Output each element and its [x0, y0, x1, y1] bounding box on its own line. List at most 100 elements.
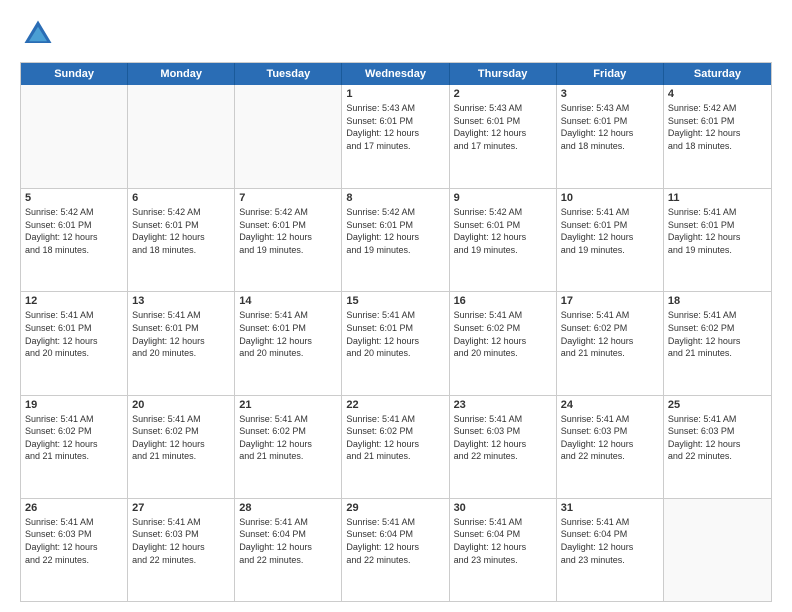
- calendar-cell: 26 Sunrise: 5:41 AM Sunset: 6:03 PM Dayli…: [21, 499, 128, 601]
- cell-info: Sunrise: 5:41 AM Sunset: 6:01 PM Dayligh…: [239, 309, 337, 359]
- day-number: 17: [561, 295, 659, 307]
- day-number: 24: [561, 399, 659, 411]
- day-number: 25: [668, 399, 767, 411]
- day-number: 30: [454, 502, 552, 514]
- header-day-saturday: Saturday: [664, 63, 771, 85]
- cell-info: Sunrise: 5:41 AM Sunset: 6:04 PM Dayligh…: [561, 516, 659, 566]
- calendar-cell: 17 Sunrise: 5:41 AM Sunset: 6:02 PM Dayli…: [557, 292, 664, 394]
- cell-info: Sunrise: 5:42 AM Sunset: 6:01 PM Dayligh…: [239, 206, 337, 256]
- cell-info: Sunrise: 5:41 AM Sunset: 6:01 PM Dayligh…: [25, 309, 123, 359]
- cell-info: Sunrise: 5:41 AM Sunset: 6:02 PM Dayligh…: [454, 309, 552, 359]
- page: SundayMondayTuesdayWednesdayThursdayFrid…: [0, 0, 792, 612]
- calendar-cell: [664, 499, 771, 601]
- cell-info: Sunrise: 5:41 AM Sunset: 6:02 PM Dayligh…: [25, 413, 123, 463]
- day-number: 14: [239, 295, 337, 307]
- header-day-friday: Friday: [557, 63, 664, 85]
- calendar-cell: 29 Sunrise: 5:41 AM Sunset: 6:04 PM Dayli…: [342, 499, 449, 601]
- logo: [20, 16, 60, 52]
- header-day-monday: Monday: [128, 63, 235, 85]
- cell-info: Sunrise: 5:41 AM Sunset: 6:02 PM Dayligh…: [132, 413, 230, 463]
- calendar-week-3: 12Sunrise: 5:41 AM Sunset: 6:01 PM Dayli…: [21, 291, 771, 394]
- cell-info: Sunrise: 5:41 AM Sunset: 6:02 PM Dayligh…: [668, 309, 767, 359]
- calendar-cell: 16 Sunrise: 5:41 AM Sunset: 6:02 PM Dayli…: [450, 292, 557, 394]
- calendar: SundayMondayTuesdayWednesdayThursdayFrid…: [20, 62, 772, 602]
- calendar-cell: 6Sunrise: 5:42 AM Sunset: 6:01 PM Daylig…: [128, 189, 235, 291]
- header-day-tuesday: Tuesday: [235, 63, 342, 85]
- day-number: 31: [561, 502, 659, 514]
- cell-info: Sunrise: 5:41 AM Sunset: 6:01 PM Dayligh…: [132, 309, 230, 359]
- day-number: 4: [668, 88, 767, 100]
- day-number: 9: [454, 192, 552, 204]
- cell-info: Sunrise: 5:41 AM Sunset: 6:03 PM Dayligh…: [132, 516, 230, 566]
- logo-icon: [20, 16, 56, 52]
- cell-info: Sunrise: 5:41 AM Sunset: 6:04 PM Dayligh…: [239, 516, 337, 566]
- cell-info: Sunrise: 5:42 AM Sunset: 6:01 PM Dayligh…: [454, 206, 552, 256]
- calendar-header: SundayMondayTuesdayWednesdayThursdayFrid…: [21, 63, 771, 85]
- calendar-cell: 12Sunrise: 5:41 AM Sunset: 6:01 PM Dayli…: [21, 292, 128, 394]
- cell-info: Sunrise: 5:41 AM Sunset: 6:02 PM Dayligh…: [561, 309, 659, 359]
- cell-info: Sunrise: 5:41 AM Sunset: 6:03 PM Dayligh…: [454, 413, 552, 463]
- cell-info: Sunrise: 5:41 AM Sunset: 6:04 PM Dayligh…: [454, 516, 552, 566]
- day-number: 20: [132, 399, 230, 411]
- day-number: 19: [25, 399, 123, 411]
- calendar-week-4: 19 Sunrise: 5:41 AM Sunset: 6:02 PM Dayli…: [21, 395, 771, 498]
- calendar-cell: 31 Sunrise: 5:41 AM Sunset: 6:04 PM Dayli…: [557, 499, 664, 601]
- calendar-cell: [128, 85, 235, 188]
- day-number: 2: [454, 88, 552, 100]
- calendar-cell: 19 Sunrise: 5:41 AM Sunset: 6:02 PM Dayli…: [21, 396, 128, 498]
- calendar-cell: 21 Sunrise: 5:41 AM Sunset: 6:02 PM Dayli…: [235, 396, 342, 498]
- day-number: 11: [668, 192, 767, 204]
- day-number: 21: [239, 399, 337, 411]
- cell-info: Sunrise: 5:41 AM Sunset: 6:03 PM Dayligh…: [668, 413, 767, 463]
- calendar-cell: 10Sunrise: 5:41 AM Sunset: 6:01 PM Dayli…: [557, 189, 664, 291]
- day-number: 8: [346, 192, 444, 204]
- calendar-cell: 30 Sunrise: 5:41 AM Sunset: 6:04 PM Dayli…: [450, 499, 557, 601]
- calendar-cell: 7Sunrise: 5:42 AM Sunset: 6:01 PM Daylig…: [235, 189, 342, 291]
- calendar-cell: [235, 85, 342, 188]
- calendar-cell: 20 Sunrise: 5:41 AM Sunset: 6:02 PM Dayli…: [128, 396, 235, 498]
- day-number: 16: [454, 295, 552, 307]
- cell-info: Sunrise: 5:41 AM Sunset: 6:02 PM Dayligh…: [346, 413, 444, 463]
- calendar-cell: 18Sunrise: 5:41 AM Sunset: 6:02 PM Dayli…: [664, 292, 771, 394]
- day-number: 3: [561, 88, 659, 100]
- day-number: 27: [132, 502, 230, 514]
- day-number: 29: [346, 502, 444, 514]
- calendar-cell: 27 Sunrise: 5:41 AM Sunset: 6:03 PM Dayli…: [128, 499, 235, 601]
- calendar-cell: 24Sunrise: 5:41 AM Sunset: 6:03 PM Dayli…: [557, 396, 664, 498]
- calendar-cell: 9 Sunrise: 5:42 AM Sunset: 6:01 PM Daylig…: [450, 189, 557, 291]
- cell-info: Sunrise: 5:41 AM Sunset: 6:01 PM Dayligh…: [668, 206, 767, 256]
- header-day-sunday: Sunday: [21, 63, 128, 85]
- header-day-wednesday: Wednesday: [342, 63, 449, 85]
- cell-info: Sunrise: 5:41 AM Sunset: 6:01 PM Dayligh…: [346, 309, 444, 359]
- day-number: 23: [454, 399, 552, 411]
- calendar-cell: 1 Sunrise: 5:43 AM Sunset: 6:01 PM Daylig…: [342, 85, 449, 188]
- day-number: 26: [25, 502, 123, 514]
- calendar-body: 1 Sunrise: 5:43 AM Sunset: 6:01 PM Daylig…: [21, 85, 771, 601]
- day-number: 15: [346, 295, 444, 307]
- day-number: 28: [239, 502, 337, 514]
- cell-info: Sunrise: 5:41 AM Sunset: 6:03 PM Dayligh…: [25, 516, 123, 566]
- calendar-cell: 3 Sunrise: 5:43 AM Sunset: 6:01 PM Daylig…: [557, 85, 664, 188]
- calendar-week-2: 5 Sunrise: 5:42 AM Sunset: 6:01 PM Daylig…: [21, 188, 771, 291]
- header-day-thursday: Thursday: [450, 63, 557, 85]
- calendar-cell: 15 Sunrise: 5:41 AM Sunset: 6:01 PM Dayli…: [342, 292, 449, 394]
- cell-info: Sunrise: 5:43 AM Sunset: 6:01 PM Dayligh…: [561, 102, 659, 152]
- calendar-cell: 11 Sunrise: 5:41 AM Sunset: 6:01 PM Dayli…: [664, 189, 771, 291]
- calendar-cell: 13Sunrise: 5:41 AM Sunset: 6:01 PM Dayli…: [128, 292, 235, 394]
- cell-info: Sunrise: 5:41 AM Sunset: 6:02 PM Dayligh…: [239, 413, 337, 463]
- calendar-cell: 23 Sunrise: 5:41 AM Sunset: 6:03 PM Dayli…: [450, 396, 557, 498]
- calendar-cell: 25 Sunrise: 5:41 AM Sunset: 6:03 PM Dayli…: [664, 396, 771, 498]
- day-number: 1: [346, 88, 444, 100]
- calendar-cell: 2 Sunrise: 5:43 AM Sunset: 6:01 PM Daylig…: [450, 85, 557, 188]
- cell-info: Sunrise: 5:42 AM Sunset: 6:01 PM Dayligh…: [668, 102, 767, 152]
- cell-info: Sunrise: 5:43 AM Sunset: 6:01 PM Dayligh…: [346, 102, 444, 152]
- calendar-cell: 5Sunrise: 5:42 AM Sunset: 6:01 PM Daylig…: [21, 189, 128, 291]
- calendar-cell: [21, 85, 128, 188]
- calendar-cell: 22 Sunrise: 5:41 AM Sunset: 6:02 PM Dayli…: [342, 396, 449, 498]
- cell-info: Sunrise: 5:42 AM Sunset: 6:01 PM Dayligh…: [346, 206, 444, 256]
- cell-info: Sunrise: 5:43 AM Sunset: 6:01 PM Dayligh…: [454, 102, 552, 152]
- cell-info: Sunrise: 5:41 AM Sunset: 6:04 PM Dayligh…: [346, 516, 444, 566]
- day-number: 22: [346, 399, 444, 411]
- day-number: 5: [25, 192, 123, 204]
- day-number: 6: [132, 192, 230, 204]
